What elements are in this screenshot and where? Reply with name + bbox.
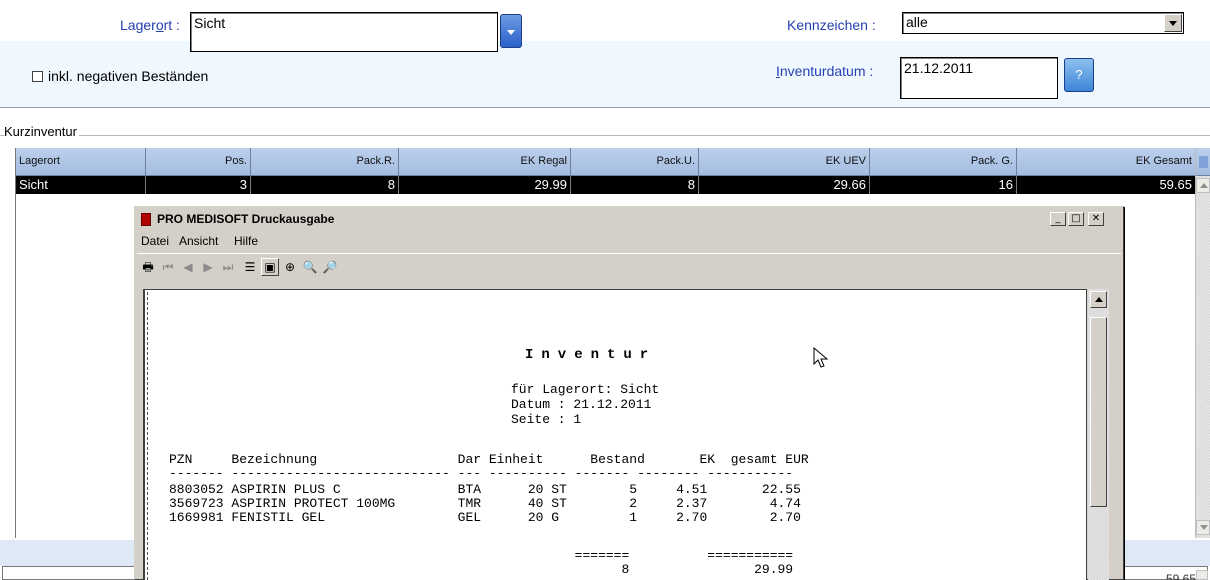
preview-scroll-up-button[interactable]	[1090, 291, 1107, 308]
kennzeichen-label: Kennzeichen :	[787, 17, 876, 33]
cell-pack-r: 8	[251, 176, 399, 194]
help-button[interactable]: ?	[1064, 58, 1094, 92]
cell-pack-u: 8	[571, 176, 699, 194]
column-header-ek-regal[interactable]: EK Regal	[399, 148, 571, 176]
report-column-header: PZN Bezeichnung Dar Einheit Bestand EK g…	[169, 452, 809, 467]
app-icon	[141, 213, 151, 226]
cell-pack-g: 16	[870, 176, 1017, 194]
report-sum-separator: ======= ===========	[169, 548, 794, 563]
grid-vertical-scrollbar[interactable]	[1195, 148, 1210, 538]
filter-separator	[0, 107, 1210, 108]
report-title: Inventur	[525, 347, 657, 363]
previous-page-icon[interactable]: ◀	[179, 258, 197, 276]
column-header-pos[interactable]: Pos.	[146, 148, 251, 176]
menubar: Datei Ansicht Hilfe	[137, 231, 1121, 251]
cell-ek-uev: 29.66	[699, 176, 870, 194]
table-row[interactable]: Sicht 3 8 29.99 8 29.66 16 59.65	[16, 176, 1196, 194]
lagerort-dropdown-button[interactable]	[500, 14, 522, 48]
menu-datei[interactable]: Datei	[141, 234, 169, 248]
report-item: 1669981 FENISTIL GEL GEL 20 G 1 2.70 2.7…	[169, 510, 801, 525]
inventurdatum-label: Inventurdatum :	[776, 63, 874, 79]
menu-hilfe[interactable]: Hilfe	[234, 234, 258, 248]
lagerort-field[interactable]: Sicht	[190, 12, 498, 52]
report-header-separator: ------- ---------------------------- ---…	[169, 466, 794, 481]
toolbar: 🖶 ⏮ ◀ ▶ ⏭ ☰ ▣ ⊕ 🔍 🔎	[137, 253, 1121, 287]
cell-ek-gesamt: 59.65	[1017, 176, 1196, 194]
minimize-button[interactable]: _	[1050, 212, 1066, 226]
mouse-cursor-icon	[813, 347, 829, 368]
window-titlebar[interactable]: PRO MEDISOFT Druckausgabe _ □ ✕	[137, 209, 1121, 229]
zoom-in-icon[interactable]: 🔍	[301, 258, 319, 276]
report-item: 8803052 ASPIRIN PLUS C BTA 20 ST 5 4.51 …	[169, 482, 801, 497]
window-title: PRO MEDISOFT Druckausgabe	[157, 212, 335, 226]
preview-vertical-scrollbar[interactable]	[1088, 289, 1109, 580]
print-icon[interactable]: 🖶	[139, 258, 157, 276]
grid-scroll-down-button[interactable]	[1196, 520, 1210, 535]
zoom-out-icon[interactable]: 🔎	[321, 258, 339, 276]
close-button[interactable]: ✕	[1088, 212, 1104, 226]
report-item: 3569723 ASPIRIN PROTECT 100MG TMR 40 ST …	[169, 496, 801, 511]
kennzeichen-select[interactable]: alle	[902, 12, 1184, 34]
inventurdatum-field[interactable]: 21.12.2011	[900, 57, 1058, 99]
fit-page-icon[interactable]: ⊕	[281, 258, 299, 276]
report-seite-line: Seite : 1	[511, 412, 582, 427]
column-header-ek-uev[interactable]: EK UEV	[699, 148, 870, 176]
filter-panel: Lagerort : Sicht inkl. negativen Beständ…	[0, 0, 1210, 108]
total-scroll-up-button[interactable]	[1196, 570, 1208, 580]
menu-ansicht[interactable]: Ansicht	[179, 234, 218, 248]
kennzeichen-dropdown-button[interactable]	[1164, 14, 1182, 32]
page-list-icon[interactable]: ☰	[241, 258, 259, 276]
cell-lagerort: Sicht	[16, 176, 146, 194]
report-lagerort-line: für Lagerort: Sicht	[511, 382, 660, 397]
last-page-icon[interactable]: ⏭	[219, 258, 237, 276]
column-header-ek-gesamt[interactable]: EK Gesamt	[1017, 148, 1196, 176]
negative-bestaende-checkbox[interactable]	[32, 71, 43, 82]
grid-corner	[1196, 148, 1210, 176]
page-edge	[147, 292, 149, 580]
column-header-pack-u[interactable]: Pack.U.	[571, 148, 699, 176]
lagerort-label: Lagerort :	[120, 17, 180, 33]
column-header-pack-g[interactable]: Pack. G.	[870, 148, 1017, 176]
page-view-icon[interactable]: ▣	[261, 258, 279, 276]
negative-bestaende-label: inkl. negativen Beständen	[48, 68, 209, 84]
grid-header: Lagerort Pos. Pack.R. EK Regal Pack.U. E…	[16, 148, 1196, 176]
first-page-icon[interactable]: ⏮	[159, 258, 177, 276]
column-header-pack-r[interactable]: Pack.R.	[251, 148, 399, 176]
grid-scroll-up-button[interactable]	[1196, 178, 1210, 193]
preview-scroll-thumb[interactable]	[1090, 317, 1107, 507]
report-datum-line: Datum : 21.12.2011	[511, 397, 652, 412]
report-preview: Inventur für Lagerort: Sicht Datum : 21.…	[143, 289, 1087, 580]
print-preview-window: PRO MEDISOFT Druckausgabe _ □ ✕ Datei An…	[134, 206, 1124, 580]
total-value: 59.65	[1165, 572, 1196, 580]
column-header-lagerort[interactable]: Lagerort	[16, 148, 146, 176]
maximize-button[interactable]: □	[1068, 212, 1084, 226]
cell-ek-regal: 29.99	[399, 176, 571, 194]
kurzinventur-title: Kurzinventur	[4, 124, 79, 139]
kurzinventur-groupbox	[0, 135, 1210, 145]
next-page-icon[interactable]: ▶	[199, 258, 217, 276]
cell-pos: 3	[146, 176, 251, 194]
report-sum-line: 8 29.99	[169, 562, 794, 577]
